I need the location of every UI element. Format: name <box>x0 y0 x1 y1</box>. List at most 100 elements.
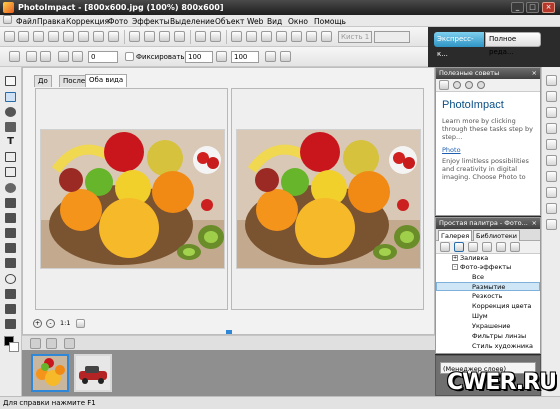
menu-web[interactable]: Web <box>247 17 263 26</box>
thumbnail-fruit[interactable] <box>31 354 69 392</box>
menu-file[interactable]: Файл <box>16 17 37 26</box>
palette-panel-icon[interactable] <box>546 91 557 102</box>
pick-tool-icon[interactable] <box>5 76 16 86</box>
zoom-out-icon[interactable]: - <box>46 319 55 328</box>
background-color-swatch[interactable] <box>9 342 19 352</box>
filter-icon[interactable] <box>291 31 302 42</box>
library-panel-icon[interactable] <box>546 171 557 182</box>
minimize-button[interactable]: _ <box>511 2 524 13</box>
tab-both-views[interactable]: Оба вида <box>85 74 128 87</box>
resize-icon[interactable] <box>261 31 272 42</box>
gallery-view-icon[interactable] <box>454 242 464 252</box>
quick-command-icon[interactable] <box>546 203 557 214</box>
brush-panel-icon[interactable] <box>546 155 557 166</box>
subtract-selection-icon[interactable] <box>40 51 51 62</box>
play-icon[interactable] <box>30 338 41 349</box>
color-panel-icon[interactable] <box>546 139 557 150</box>
zoom-tool-icon[interactable] <box>5 274 16 284</box>
fix-checkbox[interactable] <box>125 52 134 61</box>
camera-icon[interactable] <box>108 31 119 42</box>
scan-icon[interactable] <box>78 31 89 42</box>
tab-before[interactable]: До <box>34 75 52 87</box>
layout-icon[interactable] <box>440 242 450 252</box>
paste-icon[interactable] <box>159 31 170 42</box>
width-input[interactable]: 100 <box>185 51 213 63</box>
eyedropper-tool-icon[interactable] <box>5 289 16 299</box>
collapse-handle-icon[interactable] <box>226 330 232 334</box>
tree-item-blur[interactable]: Размытие <box>436 282 540 291</box>
tree-item-noise[interactable]: Шум <box>436 312 540 321</box>
menu-selection[interactable]: Выделение <box>170 17 215 26</box>
tree-item-color-correction[interactable]: Коррекция цвета <box>436 302 540 311</box>
menu-window[interactable]: Окно <box>288 17 308 26</box>
fit-window-icon[interactable] <box>76 319 85 328</box>
eraser-tool-icon[interactable] <box>5 243 16 253</box>
enhance-icon[interactable] <box>276 31 287 42</box>
size-input[interactable]: 0 <box>88 51 118 63</box>
screenshot-icon[interactable] <box>231 31 242 42</box>
menu-photo[interactable]: Фото <box>108 17 128 26</box>
tree-item-lens-filters[interactable]: Фильтры линзы <box>436 332 540 341</box>
menu-object[interactable]: Объект <box>215 17 244 26</box>
back-icon[interactable] <box>453 81 461 89</box>
lasso-tool-icon[interactable] <box>5 107 16 117</box>
close-button[interactable]: × <box>542 2 555 13</box>
menu-edit[interactable]: Правка <box>37 17 66 26</box>
brush-tool-icon[interactable] <box>5 198 16 208</box>
tree-item-all[interactable]: Все <box>436 273 540 282</box>
layers-panel-icon[interactable] <box>546 107 557 118</box>
copy-icon[interactable] <box>144 31 155 42</box>
menu-effects[interactable]: Эффекты <box>132 17 170 26</box>
full-edit-button[interactable]: Полное реда... <box>485 32 541 56</box>
path-tool-icon[interactable] <box>5 319 16 329</box>
save-icon[interactable] <box>33 31 44 42</box>
undo-icon[interactable] <box>195 31 206 42</box>
thumbnail-car[interactable] <box>74 354 112 392</box>
retouch-tool-icon[interactable] <box>5 213 16 223</box>
actual-size-icon[interactable]: 1:1 <box>60 319 70 327</box>
photo-link[interactable]: Photo <box>442 146 534 154</box>
scroll-icon[interactable] <box>64 338 75 349</box>
crop-icon[interactable] <box>246 31 257 42</box>
navigator-panel-icon[interactable] <box>546 219 557 230</box>
add-selection-icon[interactable] <box>26 51 37 62</box>
tree-item-sharpen[interactable]: Резкость <box>436 292 540 301</box>
apply-icon[interactable] <box>265 51 276 62</box>
info-icon[interactable] <box>477 81 485 89</box>
export-icon[interactable] <box>93 31 104 42</box>
clone-tool-icon[interactable] <box>5 228 16 238</box>
lock-ratio-icon[interactable] <box>216 51 227 62</box>
info-panel-icon[interactable] <box>546 187 557 198</box>
dropdown-icon[interactable] <box>46 338 57 349</box>
collapse-icon[interactable]: - <box>452 264 458 270</box>
pen-tool-icon[interactable] <box>5 304 16 314</box>
stamp-tool-icon[interactable] <box>5 258 16 268</box>
redo-icon[interactable] <box>210 31 221 42</box>
eye-tool-icon[interactable] <box>5 183 16 193</box>
crop-tool-icon[interactable] <box>5 152 16 162</box>
tree-item-fill[interactable]: + Заливка <box>436 254 540 263</box>
cut-icon[interactable] <box>129 31 140 42</box>
forward-icon[interactable] <box>465 81 473 89</box>
options-icon[interactable] <box>280 51 291 62</box>
selection-mode-icon[interactable] <box>9 51 20 62</box>
shape-icon[interactable] <box>58 51 69 62</box>
preset-field[interactable]: Кисть 1 <box>338 31 372 43</box>
delete-icon[interactable] <box>174 31 185 42</box>
tree-item-artist-style[interactable]: Стиль художника <box>436 342 540 351</box>
tree-item-decoration[interactable]: Украшение <box>436 322 540 331</box>
maximize-button[interactable]: □ <box>526 2 539 13</box>
tab-libraries[interactable]: Библиотеки <box>473 230 520 241</box>
frame-icon[interactable] <box>306 31 317 42</box>
menu-view[interactable]: Вид <box>267 17 282 26</box>
open-icon[interactable] <box>18 31 29 42</box>
paint-bucket-icon[interactable] <box>5 122 16 132</box>
text-tool-icon[interactable]: T <box>5 137 16 147</box>
zoom-in-icon[interactable]: + <box>33 319 42 328</box>
soft-edge-icon[interactable] <box>72 51 83 62</box>
close-icon[interactable]: × <box>532 218 537 229</box>
delete-icon[interactable] <box>510 242 520 252</box>
save-as-icon[interactable] <box>48 31 59 42</box>
tips-panel-icon[interactable] <box>546 75 557 86</box>
search-icon[interactable] <box>468 242 478 252</box>
